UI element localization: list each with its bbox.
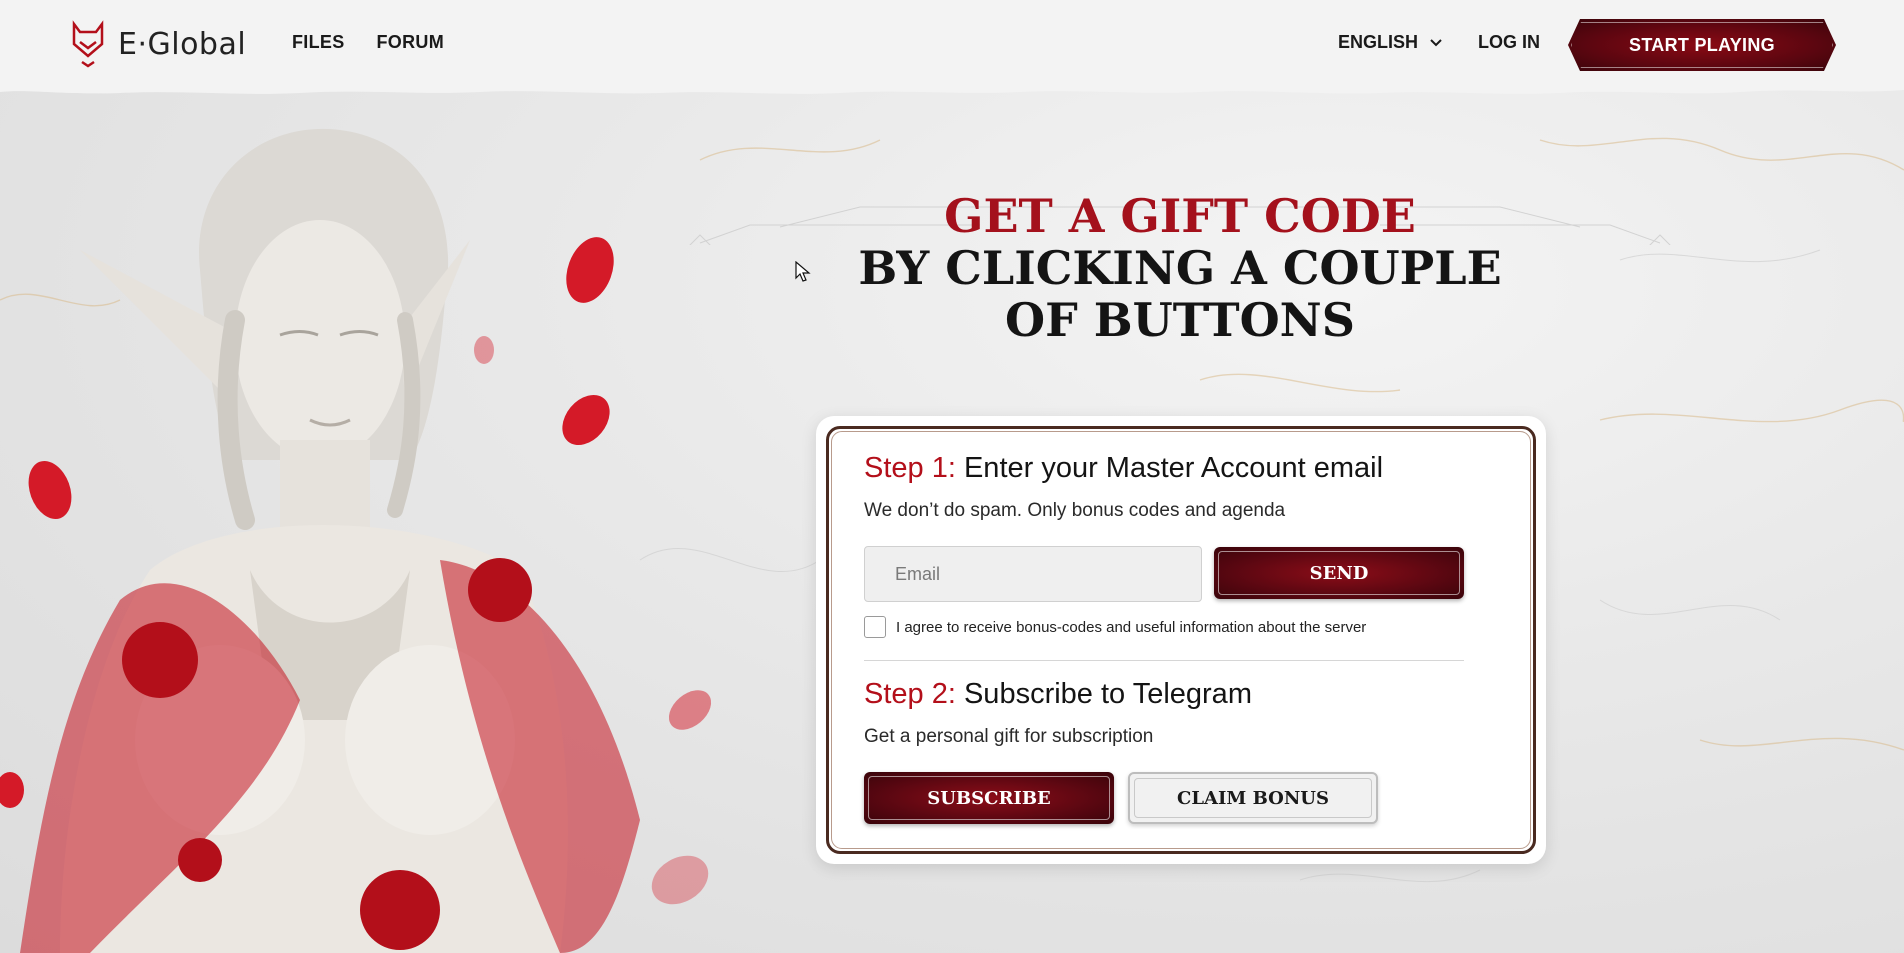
mouse-cursor-icon bbox=[795, 261, 811, 282]
step-1-title: Step 1: Enter your Master Account email bbox=[864, 452, 1383, 485]
demon-mask-icon bbox=[72, 20, 104, 68]
divider bbox=[864, 660, 1464, 661]
header-torn-edge bbox=[0, 84, 1904, 94]
start-playing-label: START PLAYING bbox=[1629, 34, 1775, 55]
step-2-title: Step 2: Subscribe to Telegram bbox=[864, 678, 1252, 711]
gift-code-card: Step 1: Enter your Master Account email … bbox=[816, 416, 1546, 864]
nav-link-forum[interactable]: FORUM bbox=[377, 32, 445, 53]
step-2-heading: Subscribe to Telegram bbox=[963, 678, 1252, 710]
headline-line-3: OF BUTTONS bbox=[1005, 293, 1355, 347]
agree-checkbox[interactable] bbox=[864, 616, 886, 638]
start-playing-button[interactable]: START PLAYING bbox=[1568, 19, 1836, 71]
claim-bonus-label: CLAIM BONUS bbox=[1177, 787, 1329, 809]
headline-line-1: GET A GIFT CODE bbox=[944, 189, 1416, 243]
logo[interactable]: E·Global bbox=[70, 20, 246, 68]
statue-illustration bbox=[0, 128, 712, 953]
claim-bonus-button[interactable]: CLAIM BONUS bbox=[1128, 772, 1378, 824]
step-1-label: Step 1: bbox=[864, 452, 956, 484]
logo-text: E·Global bbox=[118, 26, 247, 62]
hero-headline: GET A GIFT CODE BY CLICKING A COUPLE OF … bbox=[800, 190, 1560, 346]
agree-label: I agree to receive bonus-codes and usefu… bbox=[896, 618, 1367, 636]
step-1-heading: Enter your Master Account email bbox=[963, 452, 1384, 484]
step-1-subtitle: We don’t do spam. Only bonus codes and a… bbox=[864, 500, 1286, 521]
chevron-down-icon bbox=[1430, 38, 1442, 46]
language-selector[interactable]: ENGLISH bbox=[1338, 32, 1444, 53]
nav-link-files[interactable]: FILES bbox=[292, 32, 345, 53]
main-nav: FILES FORUM bbox=[292, 32, 444, 53]
send-label: SEND bbox=[1309, 562, 1369, 584]
send-button[interactable]: SEND bbox=[1214, 547, 1464, 599]
email-input[interactable] bbox=[864, 546, 1202, 602]
subscribe-button[interactable]: SUBSCRIBE bbox=[864, 772, 1114, 824]
language-label: ENGLISH bbox=[1338, 32, 1419, 52]
site-header: E·Global FILES FORUM ENGLISH LOG IN STAR… bbox=[0, 0, 1904, 90]
step-2-label: Step 2: bbox=[864, 678, 956, 710]
agree-row: I agree to receive bonus-codes and usefu… bbox=[864, 616, 1366, 638]
headline-line-2: BY CLICKING A COUPLE bbox=[858, 241, 1502, 295]
step-2-subtitle: Get a personal gift for subscription bbox=[864, 726, 1154, 747]
subscribe-label: SUBSCRIBE bbox=[927, 787, 1051, 809]
login-link[interactable]: LOG IN bbox=[1478, 32, 1540, 53]
